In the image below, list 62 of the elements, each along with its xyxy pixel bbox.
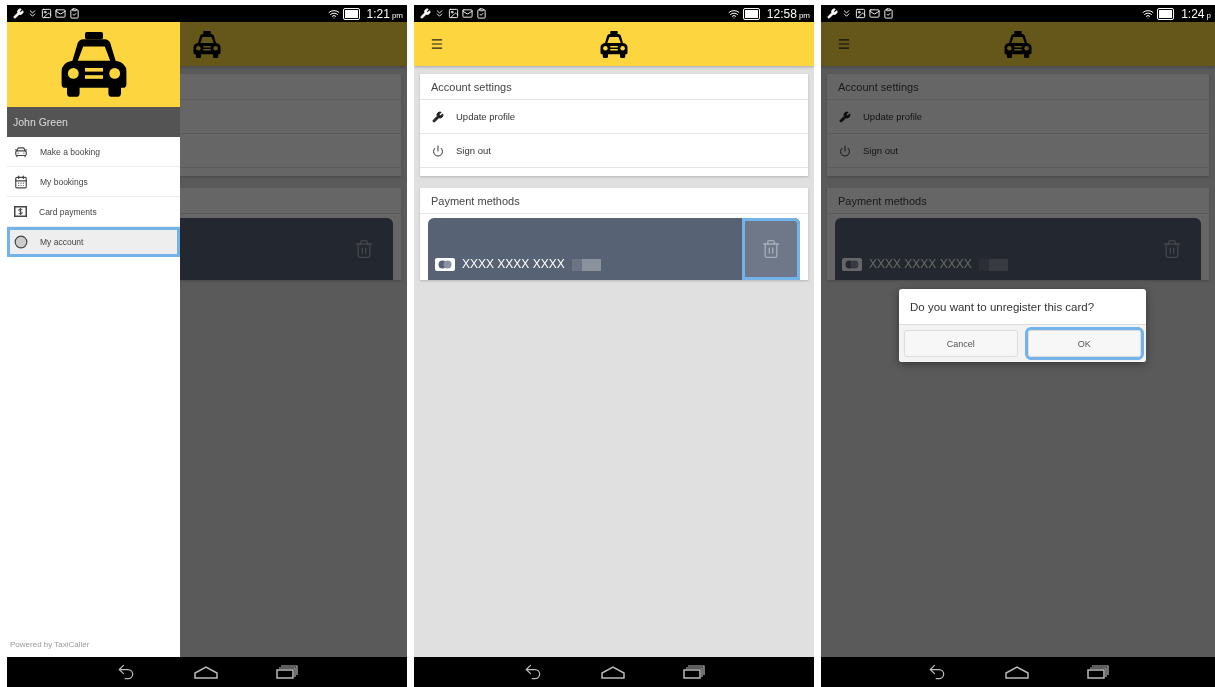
user-name: John Green [7,107,180,137]
clipboard-icon [476,8,487,19]
trash-icon [1162,239,1182,259]
account-icon [14,234,28,249]
trash-icon [761,239,781,259]
taxi-logo [599,30,629,58]
back-icon[interactable] [523,662,543,682]
card-logo-icon [842,258,862,271]
mail-icon [462,8,473,19]
battery-icon [742,7,760,20]
dialog-button[interactable]: Cancel [904,330,1018,357]
dialog-button[interactable]: OK [1027,330,1141,357]
taxi-logo [1003,30,1033,58]
settings-row[interactable]: Sign out [420,134,808,168]
wrench-icon [827,8,838,19]
mail-icon [55,8,66,19]
wifi-icon [327,7,340,20]
status-time: 1:21 pm [366,6,403,21]
section-title: Payment methods [420,188,808,214]
recents-icon[interactable] [683,665,705,679]
card-number: XXXX XXXX XXXX [462,257,565,271]
wrench-icon [432,110,444,123]
wrench-icon [420,8,431,19]
wifi-icon [1142,7,1155,20]
settings-row[interactable]: Update profile [420,100,808,134]
back-icon[interactable] [116,662,136,682]
home-icon[interactable] [1005,665,1029,679]
image-icon [855,8,866,19]
image-icon [41,8,52,19]
calendar-icon [14,174,28,189]
recents-icon[interactable] [276,665,298,679]
power-icon [432,144,444,157]
battery-icon [1157,7,1175,20]
trash-icon [354,239,374,259]
clipboard-icon [883,8,894,19]
powered-by-text: Powered by TaxiCaller [9,640,91,651]
status-time: 12:58 pm [766,6,810,21]
section-title: Account settings [420,74,808,100]
section-title: Account settings [827,74,1209,100]
battery-icon [342,7,360,20]
back-icon[interactable] [927,662,947,682]
taxi-logo [192,30,222,58]
redacted-digits [571,259,601,271]
section-title: Payment methods [827,188,1209,214]
clipboard-icon [69,8,80,19]
wrench-icon [13,8,24,19]
power-icon [839,144,851,157]
drawer-item[interactable]: My account [7,227,180,257]
mail-icon [869,8,880,19]
wrench-icon [839,110,851,123]
image-icon [448,8,459,19]
card-logo-icon [435,258,455,271]
car-icon [14,144,28,159]
dollar-square-icon [14,206,27,217]
home-icon[interactable] [194,665,218,679]
wifi-icon [727,7,740,20]
download-icon [27,8,38,19]
status-time: 1:24 p [1181,6,1211,21]
download-icon [841,8,852,19]
recents-icon[interactable] [1087,665,1109,679]
home-icon[interactable] [601,665,625,679]
download-icon [434,8,445,19]
